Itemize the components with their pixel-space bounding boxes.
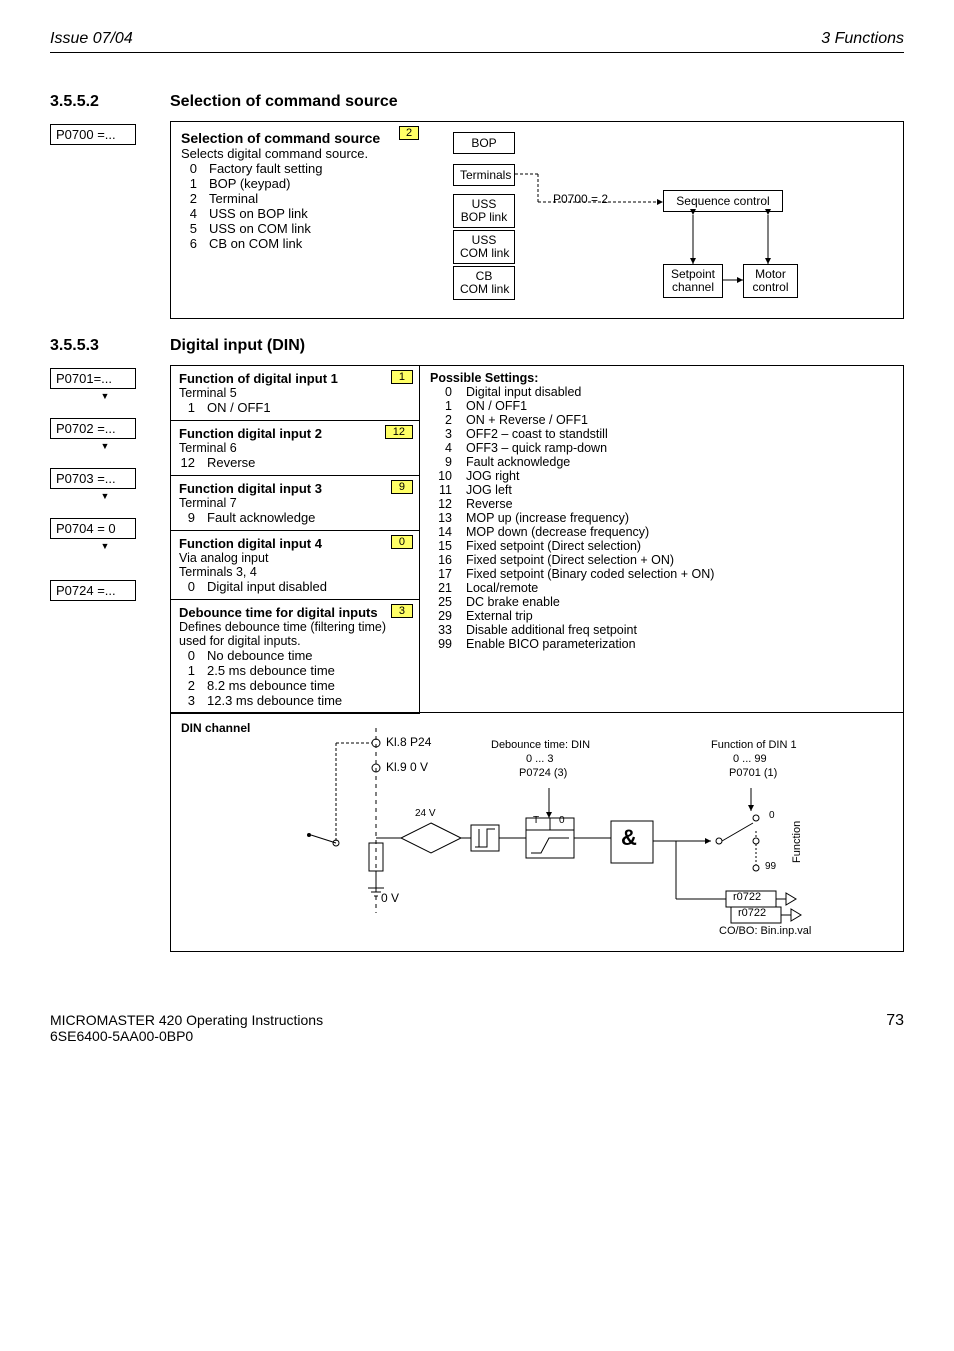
din-block-3: 9 Function digital input 3 Terminal 7 9F…	[170, 475, 420, 531]
param-p0700: P0700 =...	[50, 124, 136, 145]
block-title: Selection of command source	[181, 130, 411, 146]
label-kl8: Kl.8 P24	[386, 735, 431, 749]
page-header: Issue 07/04 3 Functions	[50, 30, 904, 53]
badge-din2: 12	[385, 425, 413, 439]
din-block-5: 3 Debounce time for digital inputs Defin…	[170, 599, 420, 714]
section-title: Selection of command source	[170, 93, 398, 111]
page-number: 73	[886, 1012, 904, 1044]
label-24v: 24 V	[415, 808, 436, 819]
arrow-down-icon	[50, 541, 160, 550]
din-channel-diagram: DIN channel	[170, 712, 904, 952]
section-heading: 3.5.5.2 Selection of command source	[50, 93, 904, 111]
label-debounce-t: Debounce time: DIN	[491, 739, 590, 751]
label-r0722a: r0722	[733, 891, 761, 903]
page-footer: MICROMASTER 420 Operating Instructions 6…	[50, 1012, 904, 1044]
command-source-diagram: BOP Terminals USS BOP link USS COM link …	[423, 130, 893, 310]
label-fn-p: P0701 (1)	[729, 767, 777, 779]
section-heading-din: 3.5.5.3 Digital input (DIN)	[50, 337, 904, 355]
param-p0704: P0704 = 0	[50, 518, 136, 539]
badge-din3: 9	[391, 480, 413, 494]
footer-line1: MICROMASTER 420 Operating Instructions	[50, 1012, 323, 1028]
block-subtitle: Selects digital command source.	[181, 146, 411, 161]
badge-din4: 0	[391, 535, 413, 549]
param-p0703: P0703 =...	[50, 468, 136, 489]
arrow-down-icon	[50, 491, 160, 500]
label-fn-r: 0 ... 99	[733, 753, 767, 765]
header-left: Issue 07/04	[50, 30, 133, 48]
param-p0702: P0702 =...	[50, 418, 136, 439]
badge-p0700: 2	[399, 126, 419, 140]
arrow-down-icon	[50, 391, 160, 400]
label-cobo: CO/BO: Bin.inp.val	[719, 925, 811, 937]
din-block-2: 12 Function digital input 2 Terminal 6 1…	[170, 420, 420, 476]
param-p0701: P0701=...	[50, 368, 136, 389]
command-source-box: 2 Selection of command source Selects di…	[170, 121, 904, 319]
and-gate-icon: &	[621, 825, 637, 851]
label-function: Function	[791, 821, 803, 863]
din3-title: Function digital input 3	[179, 481, 322, 496]
diagram-lines	[423, 130, 883, 310]
label-debounce-r: 0 ... 3	[526, 753, 554, 765]
arrow-down-icon	[50, 441, 160, 450]
label-T: T	[533, 815, 539, 826]
param-p0724: P0724 =...	[50, 580, 136, 601]
din4-title: Function digital input 4	[179, 536, 322, 551]
possible-settings: Possible Settings: 0Digital input disabl…	[419, 365, 904, 713]
din2-title: Function digital input 2	[179, 426, 322, 441]
badge-din5: 3	[391, 604, 413, 618]
label-zero-t: 0	[559, 815, 565, 826]
din1-title: Function of digital input 1	[179, 371, 338, 386]
label-kl9: Kl.9 0 V	[386, 760, 428, 774]
din5-title: Debounce time for digital inputs	[179, 605, 378, 620]
label-sel-99: 99	[765, 861, 776, 872]
section-number: 3.5.5.2	[50, 93, 140, 111]
label-r0722b: r0722	[738, 907, 766, 919]
label-fn-t: Function of DIN 1	[711, 739, 797, 751]
footer-line2: 6SE6400-5AA00-0BP0	[50, 1028, 323, 1044]
din-block-4: 0 Function digital input 4 Via analog in…	[170, 530, 420, 600]
settings-title: Possible Settings:	[430, 371, 893, 385]
label-sel-0: 0	[769, 810, 775, 821]
label-debounce-p: P0724 (3)	[519, 767, 567, 779]
badge-din1: 1	[391, 370, 413, 384]
section-number-din: 3.5.5.3	[50, 337, 140, 355]
label-0v: 0 V	[381, 891, 399, 905]
section-title-din: Digital input (DIN)	[170, 337, 305, 355]
header-right: 3 Functions	[821, 30, 904, 48]
din-block-1: 1 Function of digital input 1 Terminal 5…	[170, 365, 420, 421]
